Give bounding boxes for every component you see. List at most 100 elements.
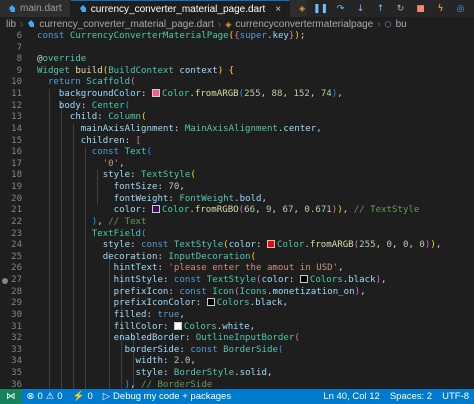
color-swatch[interactable] bbox=[206, 298, 215, 307]
code-token: , bbox=[271, 205, 283, 216]
code-line[interactable]: style: const TextStyle(color: Color.from… bbox=[37, 240, 441, 252]
code-line[interactable]: fontSize: 70, bbox=[37, 182, 185, 194]
code-line[interactable]: ), // Text bbox=[37, 217, 147, 229]
code-line[interactable]: TextField( bbox=[37, 229, 147, 241]
line-number: 15 bbox=[11, 135, 22, 146]
code-token: context bbox=[179, 65, 218, 76]
code-token: true bbox=[157, 309, 180, 320]
code-line[interactable]: enabledBorder: OutlineInputBorder( bbox=[37, 333, 300, 345]
code-token: , bbox=[338, 263, 344, 274]
remote-indicator[interactable]: ⋈ bbox=[0, 389, 22, 404]
code-line[interactable]: return Scaffold( bbox=[37, 77, 136, 89]
code-line[interactable]: const CurrencyConverterMaterialPage({sup… bbox=[37, 31, 305, 43]
code-token: : bbox=[157, 182, 169, 193]
code-line[interactable]: ), // BorderSide bbox=[37, 379, 213, 389]
color-swatch[interactable] bbox=[173, 321, 182, 330]
line-number: 11 bbox=[11, 89, 22, 100]
code-line[interactable]: body: Center( bbox=[37, 101, 130, 113]
code-line[interactable]: decoration: InputDecoration( bbox=[37, 252, 256, 264]
code-line[interactable]: color: Color.fromRGBO(66, 9, 67, 0.671))… bbox=[37, 205, 419, 217]
code-token: 'please enter the amout in USD' bbox=[168, 263, 339, 274]
code-token: center bbox=[283, 123, 317, 134]
line-number: 34 bbox=[11, 356, 22, 367]
ports-count: 0 bbox=[87, 391, 93, 402]
code-token: Column bbox=[108, 112, 142, 123]
close-icon[interactable]: × bbox=[275, 4, 281, 15]
code-line[interactable]: fontWeight: FontWeight.bold, bbox=[37, 194, 267, 206]
code-line[interactable]: mainAxisAlignment: MainAxisAlignment.cen… bbox=[37, 124, 322, 136]
code-line[interactable]: children: [ bbox=[37, 136, 141, 148]
line-number: 21 bbox=[11, 205, 22, 216]
code-token: Colors bbox=[183, 321, 217, 332]
code-line[interactable]: hintText: 'please enter the amout in USD… bbox=[37, 263, 344, 275]
code-token: monetization_on bbox=[272, 286, 355, 297]
cursor-position[interactable]: Ln 40, Col 12 bbox=[318, 391, 385, 402]
code-token: const bbox=[37, 147, 125, 158]
lightbulb-icon[interactable] bbox=[2, 278, 8, 285]
step-out-icon[interactable]: ↑ bbox=[375, 3, 386, 14]
color-swatch[interactable] bbox=[299, 275, 308, 284]
indentation[interactable]: Spaces: 2 bbox=[385, 391, 437, 402]
code-token: Color bbox=[276, 240, 305, 251]
breadcrumb-item[interactable]: currencyconvertermaterialpage bbox=[235, 19, 373, 30]
code-line[interactable]: width: 2.0, bbox=[37, 356, 196, 368]
code-line[interactable]: style: TextStyle( bbox=[37, 170, 196, 182]
flutter-devtools-icon[interactable]: ◎ bbox=[455, 3, 466, 14]
code-line[interactable]: borderSide: const BorderSide( bbox=[37, 345, 284, 357]
code-token: TextStyle bbox=[141, 170, 191, 181]
hot-reload-icon[interactable]: ϟ bbox=[435, 3, 446, 14]
code-token: filled bbox=[37, 309, 147, 320]
code-editor[interactable]: 6 7 8 9 10 11 12 13 14 15 16 17 18 19 20 21 22 23 24 25 26 27… bbox=[0, 31, 474, 389]
line-number: 26 bbox=[11, 263, 22, 274]
code-line[interactable]: fillColor: Colors.white, bbox=[37, 321, 255, 334]
code-token: build bbox=[75, 65, 103, 76]
code-token: style bbox=[37, 367, 163, 378]
code-line[interactable]: prefixIconColor: Colors.black, bbox=[37, 298, 288, 310]
step-into-icon[interactable]: ↓ bbox=[355, 3, 366, 14]
color-swatch[interactable] bbox=[266, 240, 275, 249]
code-token: '0' bbox=[37, 158, 120, 169]
code-line[interactable]: style: BorderStyle.solid, bbox=[37, 367, 273, 380]
code-token: fromRGBO bbox=[194, 205, 239, 216]
code-line[interactable]: Widget build(BuildContext context) { bbox=[37, 66, 234, 78]
color-swatch[interactable] bbox=[151, 89, 160, 98]
line-number: 7 bbox=[16, 42, 22, 53]
code-token: ( bbox=[130, 77, 136, 88]
code-line[interactable]: @override bbox=[37, 54, 86, 66]
code-line[interactable]: hintStyle: const TextStyle(color: Colors… bbox=[37, 275, 387, 287]
code-token: , bbox=[130, 379, 142, 389]
code-line[interactable]: prefixIcon: const Icon(Icons.monetizatio… bbox=[37, 287, 366, 299]
debug-config[interactable]: ▷ Debug my code + packages bbox=[98, 391, 236, 402]
code-line[interactable]: child: Column( bbox=[37, 112, 147, 124]
code-token: child bbox=[37, 112, 98, 123]
line-number: 14 bbox=[11, 123, 22, 134]
code-token: 66 bbox=[244, 205, 256, 216]
tab-currency-converter-material-page[interactable]: currency_converter_material_page.dart × bbox=[70, 0, 291, 17]
line-number: 18 bbox=[11, 170, 22, 181]
code-token: : bbox=[157, 251, 169, 262]
code-token: override bbox=[42, 54, 87, 65]
tab-main-dart[interactable]: main.dart bbox=[0, 0, 71, 17]
line-number-gutter: 6 7 8 9 10 11 12 13 14 15 16 17 18 19 20 21 22 23 24 25 26 27… bbox=[0, 31, 30, 389]
stop-icon[interactable]: ■ bbox=[415, 3, 426, 14]
ports-indicator[interactable]: ⚡ 0 bbox=[68, 391, 98, 402]
code-token: ( bbox=[146, 147, 152, 158]
pause-icon[interactable]: ❚❚ bbox=[313, 3, 328, 14]
code-token: // BorderSide bbox=[141, 379, 213, 389]
breadcrumb-item[interactable]: bu bbox=[396, 19, 407, 30]
code-token: , bbox=[435, 240, 442, 251]
color-swatch[interactable] bbox=[151, 205, 160, 214]
restart-icon[interactable]: ↻ bbox=[395, 3, 406, 14]
breadcrumb-item[interactable]: lib bbox=[6, 19, 16, 30]
code-area[interactable]: const CurrencyConverterMaterialPage ({sup… bbox=[37, 31, 474, 389]
step-over-icon[interactable]: ↷ bbox=[335, 3, 346, 14]
encoding[interactable]: UTF-8 bbox=[437, 391, 474, 402]
line-number: 35 bbox=[11, 367, 22, 378]
breadcrumb-item[interactable]: currency_converter_material_page.dart bbox=[39, 19, 214, 30]
code-line[interactable]: '0', bbox=[37, 159, 125, 171]
problems-indicator[interactable]: ⊗ 0 ⚠ 0 bbox=[22, 391, 68, 402]
code-line[interactable]: backgroundColor: Color.fromARGB(255, 88,… bbox=[37, 89, 343, 101]
code-line[interactable]: const Text( bbox=[37, 147, 152, 159]
code-line[interactable]: filled: true, bbox=[37, 310, 185, 322]
code-token: fillColor bbox=[37, 321, 163, 332]
